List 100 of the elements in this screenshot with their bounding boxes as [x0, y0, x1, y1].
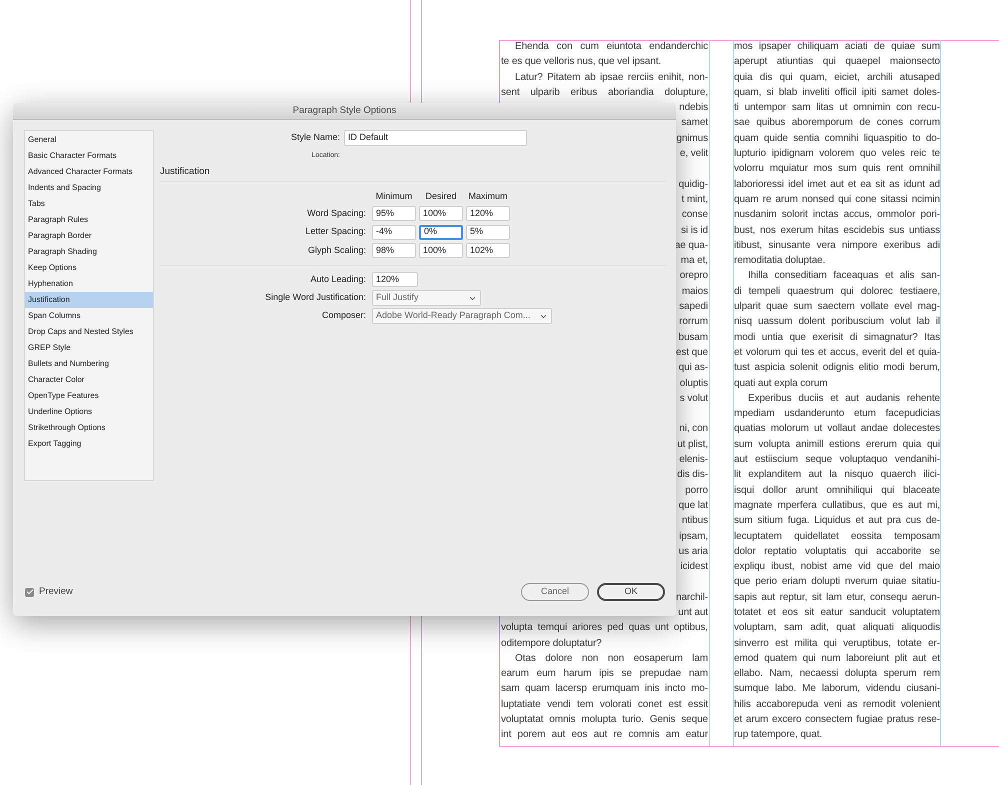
cancel-button[interactable]: Cancel [521, 583, 589, 601]
text-line: rup tatempore, quat. [734, 729, 822, 740]
text-line: ut plist, [677, 438, 708, 450]
text-line: quati aut expla corum [734, 378, 828, 389]
text-line: mos ipsaper chiliquam aciati de quiae sum [734, 40, 940, 54]
text-line: ndebis [679, 102, 708, 114]
field-label: Auto Leading: [309, 272, 366, 286]
text-line: luptatiate vendi tem volorati conet est essit [501, 698, 708, 712]
text-line: sent ulparib eribus aboriandia dolupture, [501, 86, 708, 100]
text-line: narchil- [676, 592, 708, 603]
number-field[interactable]: -4% [372, 224, 416, 240]
field-label: Composer: [320, 309, 366, 322]
text-line: icidest [680, 561, 708, 572]
text-line: nisq uassum dolent poribuscium volut lab il [734, 315, 940, 330]
text-line: ni, con [679, 423, 708, 434]
category-item[interactable]: Justification [25, 292, 153, 308]
text-line: us aria [678, 546, 708, 557]
category-item[interactable]: Basic Character Formats [25, 148, 153, 164]
text-line: te es que velloris nus, que vel ipsant. [501, 56, 662, 68]
text-line: expliqu ibust, nobist ame vid que del maio [734, 560, 940, 574]
category-item[interactable]: GREP Style [25, 340, 153, 356]
text-line: itibust, sinusante vera nimpore exeribus adi [734, 238, 940, 253]
text-line: earum eum harum ipis se prepudae nam [501, 667, 708, 682]
column-header: Maximum [468, 190, 508, 200]
category-item[interactable]: Export Tagging [25, 436, 153, 452]
check-icon [26, 588, 34, 596]
category-item[interactable]: Bullets and Numbering [25, 356, 153, 372]
ok-button[interactable]: OK [597, 583, 665, 601]
text-line: ellabo. Nam, necaessi dolupta sperum rem [734, 667, 940, 682]
text-line: sam quam lacersp erumquam inis incto mo- [501, 682, 708, 696]
text-line: quam re arum nonsed qui cone sitassi ncimin [734, 192, 940, 207]
text-line: mpediam usdanderunto etum facepudicias [734, 407, 940, 422]
text-line: ipsam, [679, 530, 708, 542]
text-line: lecuptatem quidellatet eossita temposam [734, 530, 940, 544]
category-item[interactable]: Tabs [25, 196, 153, 212]
text-line: Otas dolore non non eosaperum lam [514, 652, 708, 666]
text-line: conse [682, 209, 708, 220]
text-line: que perio eriam dolupti nverum quiae sitatiu- [734, 575, 940, 590]
column-header: Desired [425, 190, 456, 200]
text-line: s volut [680, 392, 708, 404]
text-line: sapis aut reptur, sit lam etur, consequ aerun- [734, 590, 940, 605]
category-item[interactable]: Indents and Spacing [25, 180, 153, 196]
text-line: Ehenda con cum eiuntota endanderchic [514, 40, 708, 54]
number-field[interactable]: 120% [466, 206, 510, 221]
field-label: Word Spacing: [306, 206, 366, 220]
category-item[interactable]: Advanced Character Formats [25, 164, 153, 180]
number-field[interactable]: 95% [372, 206, 416, 221]
text-line: magnate mperfera cullatibus, que es aut mi, [734, 498, 940, 513]
text-line: di tempeli quaestrum qui dolorec testiaere, [734, 284, 940, 299]
text-line: laborioressi idel imet aut et ea sit as idunt ad [734, 178, 940, 192]
text-line: quam quide sentia comnihi liquaspitio to do- [734, 132, 940, 146]
category-item[interactable]: Hyphenation [25, 276, 153, 292]
text-line: dis dis- [677, 469, 708, 480]
category-item[interactable]: OpenType Features [25, 388, 153, 404]
field-label: Style Name: [290, 131, 340, 144]
text-line: Ihilla conseditiam faceaquas et alis san- [747, 269, 940, 284]
number-field[interactable]: 100% [419, 206, 463, 221]
category-item[interactable]: Paragraph Shading [25, 244, 153, 260]
text-line: lit explanditem aut la nisquo quaerch ilici- [734, 468, 940, 482]
text-line: sapedi [679, 301, 708, 312]
text-line: sum sitium fuga. Liquidus et aut pra cus de- [734, 514, 940, 528]
category-item[interactable]: General [25, 132, 153, 148]
number-field[interactable]: 102% [466, 243, 510, 258]
dropdown[interactable]: Full Justify [372, 290, 481, 306]
text-line: quidig- [678, 178, 708, 190]
number-field[interactable]: 100% [419, 243, 463, 258]
text-line: Latur? Pitatem ab ipsae rerciis enihit, non- [514, 70, 708, 85]
category-item[interactable]: Strikethrough Options [25, 420, 153, 436]
number-field[interactable]: 120% [372, 272, 418, 287]
category-item[interactable]: Paragraph Border [25, 228, 153, 244]
category-item[interactable]: Keep Options [25, 260, 153, 276]
preview-checkbox[interactable] [25, 588, 34, 596]
text-line: elenis- [679, 454, 708, 466]
number-field[interactable]: 5% [466, 224, 510, 240]
text-line: unt aut [678, 606, 708, 618]
text-line: ma et, [680, 255, 708, 266]
category-item[interactable]: Span Columns [25, 308, 153, 324]
field-label: Single Word Justification: [264, 291, 366, 304]
dropdown[interactable]: Adobe World-Ready Paragraph Com... [372, 308, 552, 324]
text-line: oditempore doluptatur? [501, 638, 602, 649]
text-line: sae quibus aboremporum de cones corrum [734, 116, 940, 130]
text-line: nusdanim solorit inctas accus, ommolor pori- [734, 208, 940, 222]
field-label: Letter Spacing: [304, 225, 366, 238]
category-item[interactable]: Underline Options [25, 404, 153, 420]
text-line: t mint, [681, 194, 708, 205]
style-name-field[interactable]: ID Default [344, 130, 527, 146]
number-field[interactable]: 0% [419, 224, 463, 240]
field-label: Glyph Scaling: [306, 244, 366, 257]
category-item[interactable]: Character Color [25, 372, 153, 388]
text-line: sinverro est milita qui veruptibus, totate er- [734, 636, 940, 651]
number-field[interactable]: 98% [372, 243, 416, 258]
text-line: Experibus duciis et aut audanis rehente [747, 392, 940, 406]
text-line: samet [681, 117, 708, 128]
text-line: bust, nos exerum hitas escidebis sus untiass [734, 224, 940, 238]
text-line: quatias molorum ut vollaut andae dolecestes [734, 422, 940, 436]
text-line: volorru mquiatur mos sum quis rent omnihil [734, 162, 940, 176]
text-line: int porem aut eos aut re comnis am eatur [501, 728, 708, 742]
text-line: lupturio ipidignam volorem quo veles reic te [734, 147, 940, 162]
category-item[interactable]: Drop Caps and Nested Styles [25, 324, 153, 340]
category-item[interactable]: Paragraph Rules [25, 212, 153, 228]
